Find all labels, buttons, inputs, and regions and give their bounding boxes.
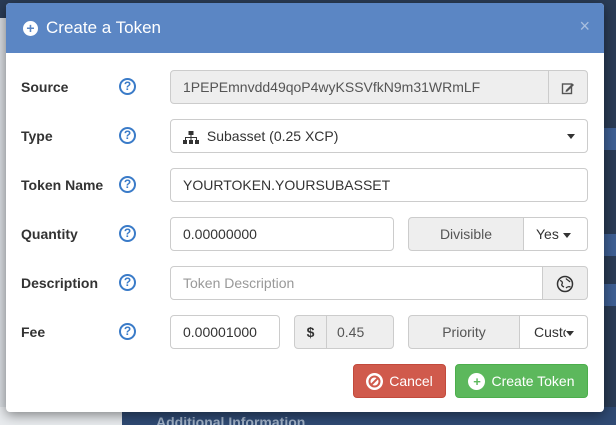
- edit-icon: [561, 83, 574, 95]
- description-row: Description ? Token Description: [6, 266, 604, 300]
- ban-icon: [366, 372, 384, 390]
- fee-help-icon[interactable]: ?: [119, 323, 136, 340]
- dollar-addon: $: [294, 315, 327, 349]
- description-help-icon[interactable]: ?: [119, 274, 136, 291]
- divisible-value: Yes: [536, 226, 559, 242]
- plus-circle-icon: +: [23, 20, 38, 36]
- modal-header: + Create a Token ×: [6, 3, 604, 53]
- chevron-down-icon: [567, 134, 575, 139]
- priority-dropdown[interactable]: Custo: [519, 315, 588, 349]
- create-token-modal: + Create a Token × Source ? 1PEPEmnvdd49…: [6, 3, 604, 412]
- fee-input[interactable]: 0.00001000: [170, 315, 280, 349]
- quantity-help-icon[interactable]: ?: [119, 225, 136, 242]
- cancel-button[interactable]: Cancel: [353, 364, 446, 398]
- token-name-row: Token Name ? YOURTOKEN.YOURSUBASSET: [6, 168, 604, 202]
- description-input[interactable]: Token Description: [170, 266, 543, 300]
- type-select[interactable]: Subasset (0.25 XCP): [170, 119, 588, 153]
- fee-usd-value: 0.45: [326, 315, 394, 349]
- fee-row: Fee ? 0.00001000 $ 0.45 Priority Custo: [6, 315, 604, 349]
- priority-value: Custo: [534, 324, 566, 340]
- type-label: Type: [21, 128, 53, 144]
- description-link-button[interactable]: [542, 266, 588, 300]
- source-help-icon[interactable]: ?: [119, 78, 136, 95]
- create-token-label: Create Token: [491, 373, 575, 389]
- priority-addon: Priority: [408, 315, 520, 349]
- quantity-row: Quantity ? 0.00000000 Divisible Yes: [6, 217, 604, 251]
- divisible-addon: Divisible: [408, 217, 524, 251]
- sitemap-icon: [183, 130, 199, 144]
- type-value: Subasset (0.25 XCP): [206, 128, 339, 144]
- token-name-label: Token Name: [21, 177, 104, 193]
- background-right-block: [604, 128, 616, 150]
- divisible-dropdown[interactable]: Yes: [523, 217, 588, 251]
- chevron-down-icon: [562, 232, 571, 238]
- modal-title: Create a Token: [46, 18, 161, 37]
- token-name-input[interactable]: YOURTOKEN.YOURSUBASSET: [170, 168, 588, 202]
- background-right-panel: [604, 0, 616, 425]
- cancel-label: Cancel: [389, 373, 433, 389]
- fee-label: Fee: [21, 324, 46, 340]
- type-row: Type ? Subasset (0.25 XCP): [6, 119, 604, 153]
- close-icon[interactable]: ×: [579, 17, 590, 35]
- edit-source-button[interactable]: [548, 70, 588, 104]
- background-right-block: [604, 284, 616, 306]
- source-row: Source ? 1PEPEmnvdd49qoP4wyKSSVfkN9m31WR…: [6, 70, 604, 104]
- background-right-block: [604, 234, 616, 256]
- plus-circle-icon: +: [468, 372, 486, 390]
- token-name-help-icon[interactable]: ?: [119, 176, 136, 193]
- type-help-icon[interactable]: ?: [119, 127, 136, 144]
- description-label: Description: [21, 275, 99, 291]
- quantity-input[interactable]: 0.00000000: [170, 217, 394, 251]
- globe-icon: [556, 276, 574, 293]
- quantity-label: Quantity: [21, 226, 78, 242]
- chevron-down-icon: [566, 330, 574, 336]
- source-field[interactable]: 1PEPEmnvdd49qoP4wyKSSVfkN9m31WRmLF: [170, 70, 549, 104]
- source-label: Source: [21, 79, 69, 95]
- create-token-button[interactable]: + Create Token: [455, 364, 588, 398]
